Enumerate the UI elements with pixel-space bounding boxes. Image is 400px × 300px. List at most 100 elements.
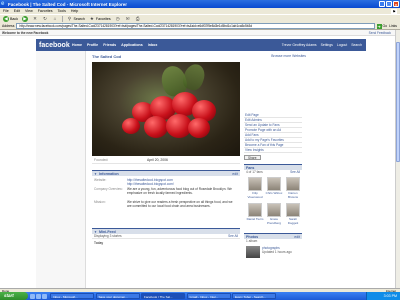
avatar [286, 203, 300, 217]
scrollbar-thumb[interactable] [395, 42, 400, 162]
search-button[interactable]: ⚲ Search [66, 16, 86, 23]
menu-edit[interactable]: Edit [14, 9, 20, 13]
logout-link[interactable]: Logout [337, 43, 347, 47]
back-button[interactable]: ◀ Back [2, 16, 19, 23]
taskbar-item[interactable]: Inbox - Microsoft... [50, 292, 94, 300]
vertical-scrollbar[interactable] [395, 30, 400, 288]
fan-name: Chris Wilcox [265, 191, 283, 195]
nav-friends[interactable]: Friends [103, 43, 116, 47]
fans-see-all-link[interactable]: See All [290, 170, 300, 175]
welcome-bar: Welcome to the new Facebook Send Feedbac… [0, 30, 395, 36]
taskbar-item[interactable]: Gmail - Inbox - Inter... [186, 292, 231, 300]
avatar [248, 203, 262, 217]
minifeed-see-all-link[interactable]: See All [228, 234, 238, 239]
maximize-button[interactable]: □ [386, 1, 392, 7]
send-feedback-link[interactable]: Send Feedback [369, 30, 391, 36]
address-input[interactable]: http://www.new.facebook.com/pages/The-Sa… [16, 23, 375, 29]
fan-name: Daniel Tierm [246, 217, 264, 221]
avatar [267, 203, 281, 217]
information-header[interactable]: ▼ Information edit [92, 170, 240, 176]
links-button[interactable]: Links [389, 24, 400, 28]
home-icon: ⌂ [53, 16, 57, 21]
website-link[interactable]: http://thesaltedcod.blogspot.com/ [127, 182, 237, 186]
go-label: Go [382, 24, 388, 28]
back-label: Back [10, 17, 18, 21]
info-row: http://thesaltedcod.blogspot.com/ [92, 182, 240, 186]
menu-help[interactable]: Help [71, 9, 78, 13]
browse-websites-link[interactable]: Browse more Websites [271, 54, 306, 58]
quick-launch-icon[interactable] [30, 293, 35, 299]
search-link[interactable]: Search [351, 43, 362, 47]
nav-home[interactable]: Home [72, 43, 82, 47]
quick-launch-icon[interactable] [42, 293, 47, 299]
nav-profile[interactable]: Profile [87, 43, 98, 47]
page-actions: Edit Page Edit Admins Send an Update to … [244, 113, 302, 160]
start-button[interactable]: start [0, 292, 28, 300]
facebook-header: facebook Home Profile Friends Applicatio… [36, 39, 366, 51]
forward-button[interactable]: ▶ [21, 16, 29, 23]
company-overview-text: We are a young, fun, adventurous food bl… [127, 187, 232, 195]
stop-button[interactable]: ✕ [31, 16, 39, 23]
taskbar-item-active[interactable]: Facebook | The Sal... [141, 292, 185, 300]
facebook-user-nav: Trevor Geoffrey Adams Settings Logout Se… [282, 43, 362, 47]
taskbar-item[interactable]: Every Tuber - Search... [232, 292, 276, 300]
info-row: Company Overview: We are a young, fun, a… [92, 187, 240, 200]
action-view-insights[interactable]: View Insights [244, 148, 302, 153]
close-button[interactable]: × [393, 1, 399, 7]
fan-card[interactable]: Grace Prendberg [265, 203, 283, 225]
info-label: Company Overview: [94, 187, 123, 191]
taskbar-item[interactable]: Save your documen... [95, 292, 140, 300]
windows-flag-icon: ⚑ [391, 8, 397, 14]
system-tray: 3:03 PM [366, 292, 400, 300]
nav-applications[interactable]: Applications [121, 43, 143, 47]
fan-card[interactable]: Sarah Doggett [284, 203, 302, 225]
page-main: The Salted Cod Browse more Websites Foun… [90, 53, 366, 288]
fan-card[interactable]: Daniel Tierm [246, 203, 264, 222]
radish-shape [122, 118, 140, 134]
fan-card[interactable]: Chris Wilcox [265, 177, 283, 196]
star-icon: ★ [89, 16, 94, 21]
menu-view[interactable]: View [25, 9, 33, 13]
mail-button[interactable]: ✉ [124, 16, 132, 23]
search-label: Search [73, 17, 85, 21]
toolbar-separator [62, 16, 63, 22]
favorites-button[interactable]: ★ Favorites [88, 16, 112, 23]
menu-favorites[interactable]: Favorites [38, 9, 53, 13]
go-button[interactable]: ➜ Go [376, 23, 388, 29]
go-arrow-icon: ➜ [376, 23, 382, 29]
fan-card[interactable]: Darren Browns [284, 177, 302, 199]
avatar [286, 177, 300, 191]
window-title: Facebook | The Salted Cod - Microsoft In… [8, 1, 128, 7]
quick-launch [30, 293, 47, 299]
home-button[interactable]: ⌂ [51, 16, 59, 23]
facebook-logo[interactable]: facebook [36, 42, 72, 49]
menu-tools[interactable]: Tools [58, 9, 66, 13]
info-label: Mission: [94, 200, 106, 204]
refresh-button[interactable]: ↻ [41, 16, 49, 23]
founded-row: Founded: April 20, 2006 [92, 158, 240, 164]
stop-icon: ✕ [33, 16, 37, 21]
back-arrow-icon: ◀ [3, 16, 9, 22]
facebook-sidebar [36, 51, 86, 288]
founded-value: April 20, 2006 [147, 158, 168, 162]
founded-label: Founded: [94, 158, 109, 162]
information-edit-link[interactable]: edit [232, 171, 238, 177]
nav-inbox[interactable]: Inbox [148, 43, 158, 47]
windows-taskbar: start Inbox - Microsoft... Save your doc… [0, 292, 400, 300]
minimize-button[interactable]: _ [379, 1, 385, 7]
settings-link[interactable]: Settings [321, 43, 333, 47]
album-thumbnail[interactable] [246, 246, 260, 258]
album-updated: Updated 1 hours ago [262, 250, 292, 254]
refresh-icon: ↻ [43, 16, 47, 21]
history-button[interactable]: ◷ [114, 16, 122, 23]
share-button[interactable]: Share [244, 155, 261, 160]
profile-photo[interactable] [92, 62, 240, 156]
favorites-label: Favorites [95, 17, 111, 21]
user-name-link[interactable]: Trevor Geoffrey Adams [282, 43, 317, 47]
print-button[interactable]: ⎙ [134, 16, 142, 23]
forward-arrow-icon: ▶ [22, 16, 28, 22]
quick-launch-icon[interactable] [36, 293, 41, 299]
mail-icon: ✉ [125, 16, 130, 21]
fan-card[interactable]: Filip Vreenwood [246, 177, 264, 199]
menu-file[interactable]: File [3, 9, 9, 13]
